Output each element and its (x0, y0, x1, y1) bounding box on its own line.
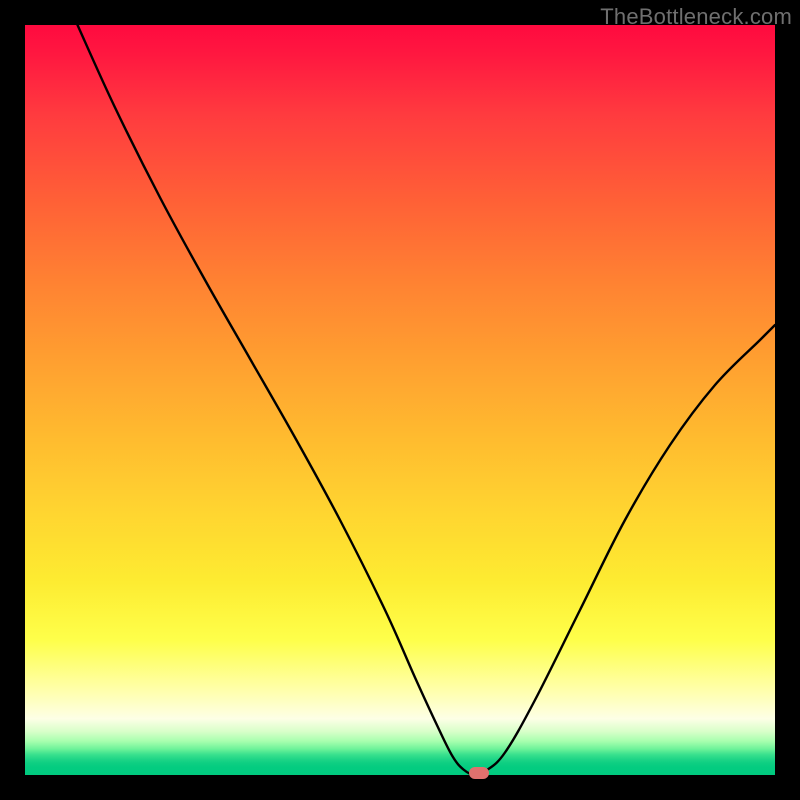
chart-frame: TheBottleneck.com (0, 0, 800, 800)
plot-area (25, 25, 775, 775)
bottleneck-curve (25, 25, 775, 775)
optimal-marker (469, 767, 489, 779)
